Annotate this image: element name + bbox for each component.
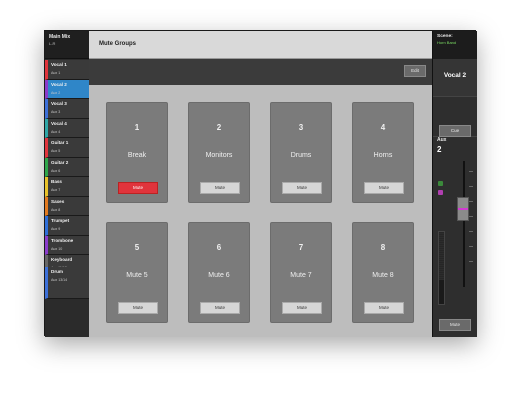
level-meter xyxy=(438,231,445,305)
header-bar: Mute Groups xyxy=(89,31,432,59)
channel-name: Drum xyxy=(51,269,63,274)
group-number: 8 xyxy=(380,243,386,252)
channel-aux: Aux 1 xyxy=(51,71,61,75)
group-number: 1 xyxy=(134,123,140,132)
strip-mute-button[interactable]: Mute xyxy=(439,319,471,331)
sidebar-item-guitar-2[interactable]: Guitar 2 Aux 6 xyxy=(45,157,89,177)
mute-group-grid: 1 Break Mute 2 Monitors Mute 3 Drums Mute 4 Horns M… xyxy=(89,85,432,337)
mute-button[interactable]: Mute xyxy=(118,182,158,194)
mute-group-card[interactable]: 8 Mute 8 Mute xyxy=(352,222,414,323)
channel-name: Guitar 1 xyxy=(51,140,69,145)
sidebar: Main Mix L-R Vocal 1 Aux 1 Vocal 2 Aux 2 Voc… xyxy=(45,31,89,337)
channel-aux: Aux 2 xyxy=(51,90,61,95)
channel-aux: Aux 10 xyxy=(51,246,63,251)
sidebar-item-drum[interactable]: Drum Aux 13/14 xyxy=(45,267,89,299)
channel-name: Vocal 1 xyxy=(51,62,67,67)
green-indicator-icon xyxy=(438,181,443,186)
channel-aux: Aux 4 xyxy=(51,129,61,134)
mute-group-card[interactable]: 1 Break Mute xyxy=(106,102,168,203)
channel-aux: Aux 13/14 xyxy=(51,278,68,282)
group-number: 3 xyxy=(298,123,304,132)
group-name: Mute 6 xyxy=(208,272,230,279)
toolbar: Edit xyxy=(89,59,432,85)
channel-name: Bass xyxy=(51,179,62,184)
channel-name: Vocal 4 xyxy=(51,120,67,126)
main-mix-sub: L-R xyxy=(49,41,56,46)
sidebar-item-guitar-1[interactable]: Guitar 1 Aux 5 xyxy=(45,138,89,158)
mute-button[interactable]: Mute xyxy=(118,302,158,314)
edit-button[interactable]: Edit xyxy=(404,65,426,77)
mute-group-card[interactable]: 4 Horns Mute xyxy=(352,102,414,203)
group-name: Break xyxy=(127,152,147,159)
scene-label: Scene: xyxy=(437,34,453,39)
group-number: 7 xyxy=(298,243,304,252)
mute-group-card[interactable]: 3 Drums Mute xyxy=(270,102,332,203)
sidebar-item-vocal-3[interactable]: Vocal 3 Aux 3 xyxy=(45,99,89,119)
mute-button[interactable]: Mute xyxy=(364,182,404,194)
mute-button[interactable]: Mute xyxy=(200,182,240,194)
channel-name: Saxes xyxy=(51,198,65,204)
group-name: Mute 8 xyxy=(372,272,394,279)
group-name: Mute 5 xyxy=(126,272,148,279)
main-mix-button[interactable]: Main Mix L-R xyxy=(45,31,89,59)
strip-name: Vocal 2 xyxy=(433,59,477,97)
channel-name: Trombone xyxy=(51,237,74,243)
magenta-indicator-icon xyxy=(438,190,443,195)
group-name: Mute 7 xyxy=(290,272,312,279)
channel-aux: Aux 5 xyxy=(51,149,61,153)
sidebar-item-bass[interactable]: Bass Aux 7 xyxy=(45,177,89,197)
mute-group-card[interactable]: 7 Mute 7 Mute xyxy=(270,222,332,323)
sidebar-item-vocal-4[interactable]: Vocal 4 Aux 4 xyxy=(45,118,89,138)
group-name: Drums xyxy=(290,152,312,159)
group-name: Horns xyxy=(373,152,393,159)
group-number: 4 xyxy=(380,123,386,132)
channel-list: Vocal 1 Aux 1 Vocal 2 Aux 2 Vocal 3 Aux 3 Voca… xyxy=(45,60,89,291)
channel-name: Vocal 3 xyxy=(51,101,67,106)
mute-button[interactable]: Mute xyxy=(364,302,404,314)
channel-aux: Aux 8 xyxy=(51,207,61,212)
mute-group-card[interactable]: 2 Monitors Mute xyxy=(188,102,250,203)
channel-aux: Aux 6 xyxy=(51,168,61,173)
mute-group-card[interactable]: 6 Mute 6 Mute xyxy=(188,222,250,323)
mute-button[interactable]: Mute xyxy=(200,302,240,314)
channel-name: Trumpet xyxy=(51,218,70,223)
mixer-app: Main Mix L-R Vocal 1 Aux 1 Vocal 2 Aux 2 Voc… xyxy=(44,30,477,337)
fader-scale xyxy=(469,171,475,281)
aux-value: 2 xyxy=(437,145,442,154)
channel-aux: Aux 9 xyxy=(51,227,61,231)
cue-button[interactable]: Cue xyxy=(439,125,471,137)
page-title: Mute Groups xyxy=(99,41,136,47)
meter-segment xyxy=(439,278,444,280)
group-number: 2 xyxy=(216,123,222,132)
mute-button[interactable]: Mute xyxy=(282,302,322,314)
scene-display[interactable]: Scene: Horn Band xyxy=(433,31,477,59)
scene-name: Horn Band xyxy=(437,40,457,45)
channel-strip-panel: Scene: Horn Band Vocal 2 Cue Aux 2 Mute xyxy=(432,31,477,337)
mute-button[interactable]: Mute xyxy=(282,182,322,194)
main-mix-title: Main Mix xyxy=(49,34,71,40)
sidebar-item-vocal-2[interactable]: Vocal 2 Aux 2 xyxy=(45,79,89,99)
group-number: 6 xyxy=(216,243,222,252)
group-name: Monitors xyxy=(205,152,233,159)
sidebar-item-vocal-1[interactable]: Vocal 1 Aux 1 xyxy=(45,60,89,80)
cue-area: Cue xyxy=(433,97,477,137)
channel-aux: Aux 3 xyxy=(51,110,61,114)
fader-handle[interactable] xyxy=(457,197,469,221)
channel-aux: Aux 7 xyxy=(51,188,61,192)
channel-name: Guitar 2 xyxy=(51,159,69,165)
group-number: 5 xyxy=(134,243,140,252)
sidebar-item-trumpet[interactable]: Trumpet Aux 9 xyxy=(45,216,89,236)
fader-track[interactable] xyxy=(463,161,465,287)
mute-group-card[interactable]: 5 Mute 5 Mute xyxy=(106,222,168,323)
channel-name: Keyboard xyxy=(51,257,73,262)
sidebar-item-saxes[interactable]: Saxes Aux 8 xyxy=(45,196,89,216)
sidebar-item-trombone[interactable]: Trombone Aux 10 xyxy=(45,235,89,255)
channel-name: Vocal 2 xyxy=(51,81,67,87)
aux-label: Aux xyxy=(437,137,447,143)
